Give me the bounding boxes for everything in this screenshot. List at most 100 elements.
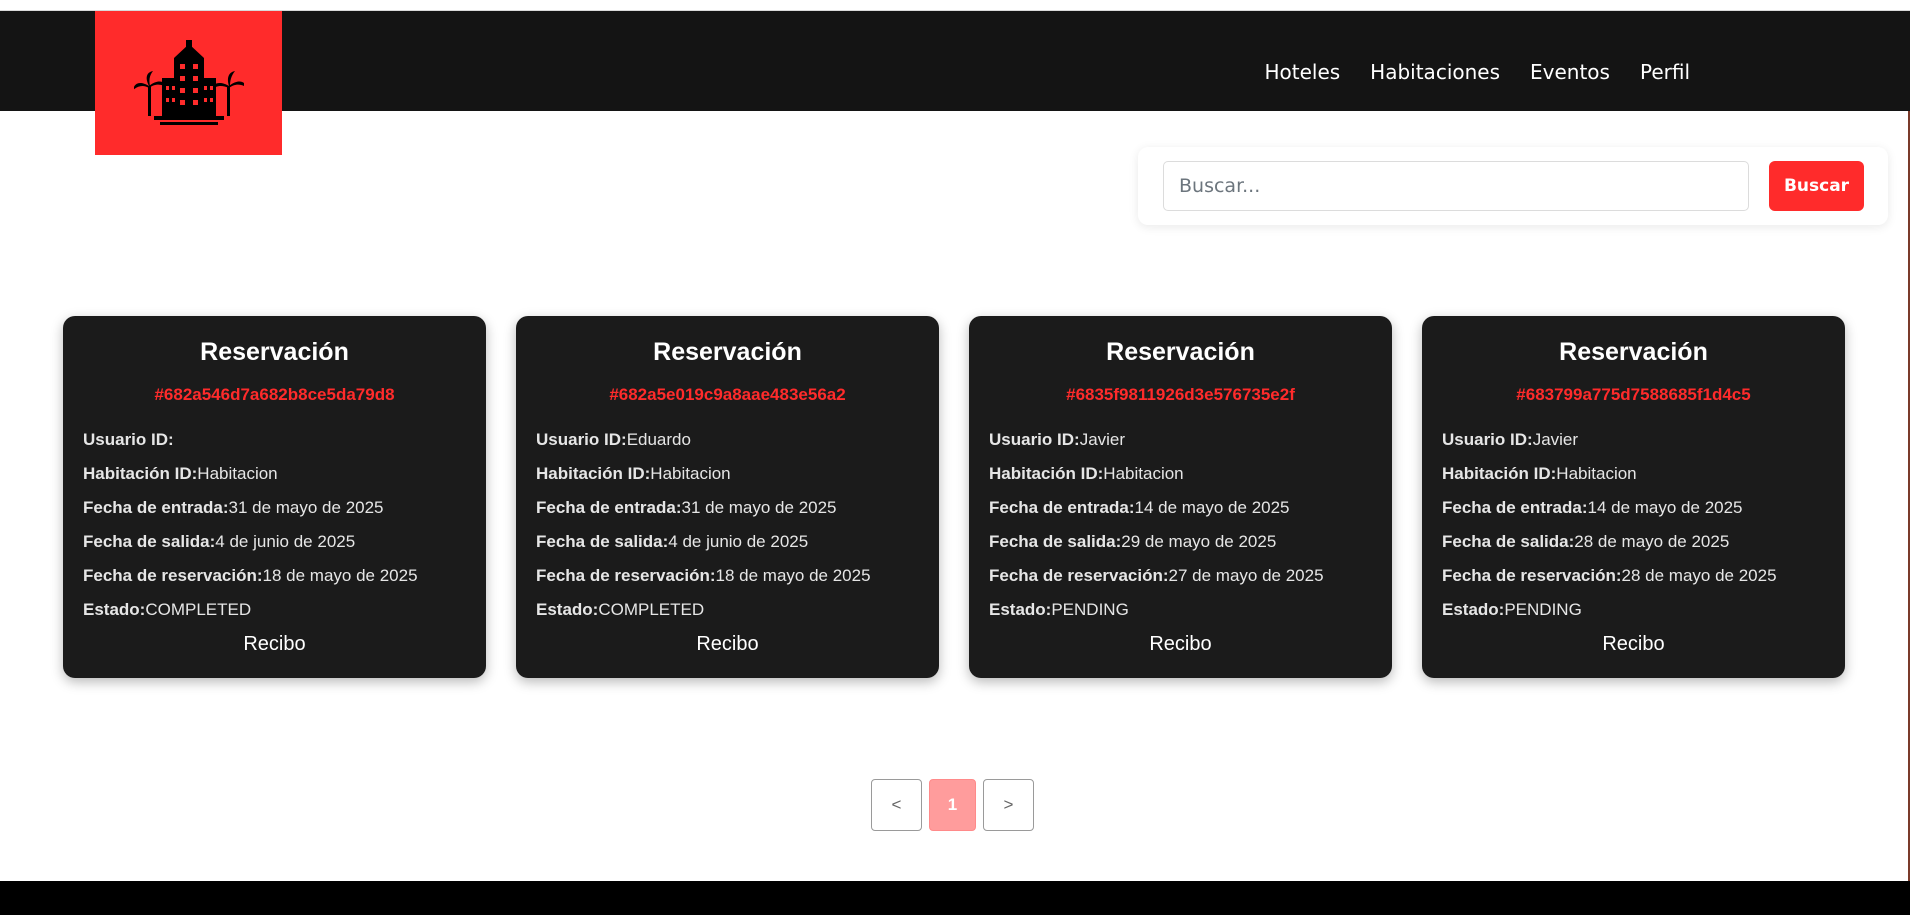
field-label: Usuario ID: xyxy=(536,430,627,449)
field-checkout: Fecha de salida:29 de mayo de 2025 xyxy=(989,525,1372,559)
reservation-card: Reservación #683799a775d7588685f1d4c5 Us… xyxy=(1422,316,1845,678)
field-booked: Fecha de reservación:18 de mayo de 2025 xyxy=(83,559,466,593)
nav-link-perfil[interactable]: Perfil xyxy=(1640,60,1690,84)
nav-link-hoteles[interactable]: Hoteles xyxy=(1264,60,1340,84)
field-value: PENDING xyxy=(1051,600,1129,619)
field-booked: Fecha de reservación:18 de mayo de 2025 xyxy=(536,559,919,593)
field-label: Estado: xyxy=(536,600,599,619)
field-user: Usuario ID:Javier xyxy=(1442,423,1825,457)
reservation-card: Reservación #682a5e019c9a8aae483e56a2 Us… xyxy=(516,316,939,678)
card-title: Reservación xyxy=(653,338,802,366)
field-value: Habitacion xyxy=(1556,464,1637,483)
field-label: Fecha de salida: xyxy=(1442,532,1575,551)
field-label: Fecha de salida: xyxy=(83,532,216,551)
field-value: 4 de junio de 2025 xyxy=(215,532,356,551)
field-checkout: Fecha de salida:4 de junio de 2025 xyxy=(536,525,919,559)
field-label: Habitación ID: xyxy=(989,464,1104,483)
field-value: 29 de mayo de 2025 xyxy=(1121,532,1277,551)
receipt-link[interactable]: Recibo xyxy=(969,633,1392,656)
field-label: Habitación ID: xyxy=(83,464,198,483)
reservation-id: #6835f9811926d3e576735e2f xyxy=(1066,385,1295,404)
field-value: 4 de junio de 2025 xyxy=(668,532,809,551)
field-room: Habitación ID:Habitacion xyxy=(989,457,1372,491)
reservation-cards: Reservación #682a546d7a682b8ce5da79d8 Us… xyxy=(63,316,1847,678)
field-label: Fecha de salida: xyxy=(989,532,1122,551)
field-checkout: Fecha de salida:4 de junio de 2025 xyxy=(83,525,466,559)
field-label: Habitación ID: xyxy=(536,464,651,483)
field-value: Eduardo xyxy=(626,430,691,449)
search-button[interactable]: Buscar xyxy=(1769,161,1864,211)
field-user: Usuario ID:Javier xyxy=(989,423,1372,457)
receipt-link[interactable]: Recibo xyxy=(63,633,486,656)
logo[interactable] xyxy=(95,11,282,155)
field-status: Estado:PENDING xyxy=(1442,593,1825,627)
reservation-id: #682a546d7a682b8ce5da79d8 xyxy=(154,385,395,404)
field-value: 28 de mayo de 2025 xyxy=(1621,566,1777,585)
navbar: Hoteles Habitaciones Eventos Perfil xyxy=(0,11,1910,111)
next-page-button[interactable]: > xyxy=(983,779,1034,831)
page-1-button[interactable]: 1 xyxy=(929,779,976,831)
field-value: 28 de mayo de 2025 xyxy=(1574,532,1730,551)
card-title: Reservación xyxy=(1559,338,1708,366)
field-value: Habitacion xyxy=(650,464,731,483)
field-value: PENDING xyxy=(1504,600,1582,619)
field-checkin: Fecha de entrada:31 de mayo de 2025 xyxy=(536,491,919,525)
field-label: Usuario ID: xyxy=(83,430,174,449)
field-user: Usuario ID:Eduardo xyxy=(536,423,919,457)
receipt-link[interactable]: Recibo xyxy=(1422,633,1845,656)
field-value: 18 de mayo de 2025 xyxy=(715,566,871,585)
field-value: Javier xyxy=(1532,430,1579,449)
field-checkin: Fecha de entrada:14 de mayo de 2025 xyxy=(989,491,1372,525)
field-label: Fecha de reservación: xyxy=(536,566,716,585)
field-label: Fecha de entrada: xyxy=(536,498,682,517)
field-checkout: Fecha de salida:28 de mayo de 2025 xyxy=(1442,525,1825,559)
field-value: 14 de mayo de 2025 xyxy=(1134,498,1290,517)
nav-link-eventos[interactable]: Eventos xyxy=(1530,60,1610,84)
field-value: Javier xyxy=(1079,430,1126,449)
field-value: 14 de mayo de 2025 xyxy=(1587,498,1743,517)
field-booked: Fecha de reservación:27 de mayo de 2025 xyxy=(989,559,1372,593)
field-value: Habitacion xyxy=(1103,464,1184,483)
field-label: Estado: xyxy=(989,600,1052,619)
field-label: Estado: xyxy=(83,600,146,619)
field-label: Fecha de entrada: xyxy=(989,498,1135,517)
prev-page-button[interactable]: < xyxy=(871,779,922,831)
nav-links: Hoteles Habitaciones Eventos Perfil xyxy=(1264,22,1690,122)
field-value: Habitacion xyxy=(197,464,278,483)
browser-top-strip xyxy=(0,0,1910,11)
hotel-buildings-palms-icon xyxy=(133,40,244,125)
field-value: COMPLETED xyxy=(145,600,252,619)
field-value: 18 de mayo de 2025 xyxy=(262,566,418,585)
reservation-card: Reservación #682a546d7a682b8ce5da79d8 Us… xyxy=(63,316,486,678)
field-label: Usuario ID: xyxy=(989,430,1080,449)
field-checkin: Fecha de entrada:14 de mayo de 2025 xyxy=(1442,491,1825,525)
search-input[interactable] xyxy=(1163,161,1749,211)
field-value: 27 de mayo de 2025 xyxy=(1168,566,1324,585)
field-room: Habitación ID:Habitacion xyxy=(536,457,919,491)
field-user: Usuario ID: xyxy=(83,423,466,457)
field-label: Fecha de reservación: xyxy=(1442,566,1622,585)
nav-link-habitaciones[interactable]: Habitaciones xyxy=(1370,60,1500,84)
field-status: Estado:PENDING xyxy=(989,593,1372,627)
field-room: Habitación ID:Habitacion xyxy=(83,457,466,491)
receipt-link[interactable]: Recibo xyxy=(516,633,939,656)
card-title: Reservación xyxy=(200,338,349,366)
field-label: Habitación ID: xyxy=(1442,464,1557,483)
reservation-card: Reservación #6835f9811926d3e576735e2f Us… xyxy=(969,316,1392,678)
field-label: Fecha de salida: xyxy=(536,532,669,551)
field-value: COMPLETED xyxy=(598,600,705,619)
footer xyxy=(0,881,1910,915)
pagination: < 1 > xyxy=(871,779,1034,831)
reservation-id: #683799a775d7588685f1d4c5 xyxy=(1516,385,1751,404)
field-value: 31 de mayo de 2025 xyxy=(228,498,384,517)
search-card: Buscar xyxy=(1138,147,1888,225)
field-status: Estado:COMPLETED xyxy=(536,593,919,627)
field-checkin: Fecha de entrada:31 de mayo de 2025 xyxy=(83,491,466,525)
field-status: Estado:COMPLETED xyxy=(83,593,466,627)
field-label: Fecha de reservación: xyxy=(83,566,263,585)
field-label: Fecha de entrada: xyxy=(83,498,229,517)
field-label: Estado: xyxy=(1442,600,1505,619)
card-title: Reservación xyxy=(1106,338,1255,366)
field-label: Usuario ID: xyxy=(1442,430,1533,449)
field-booked: Fecha de reservación:28 de mayo de 2025 xyxy=(1442,559,1825,593)
